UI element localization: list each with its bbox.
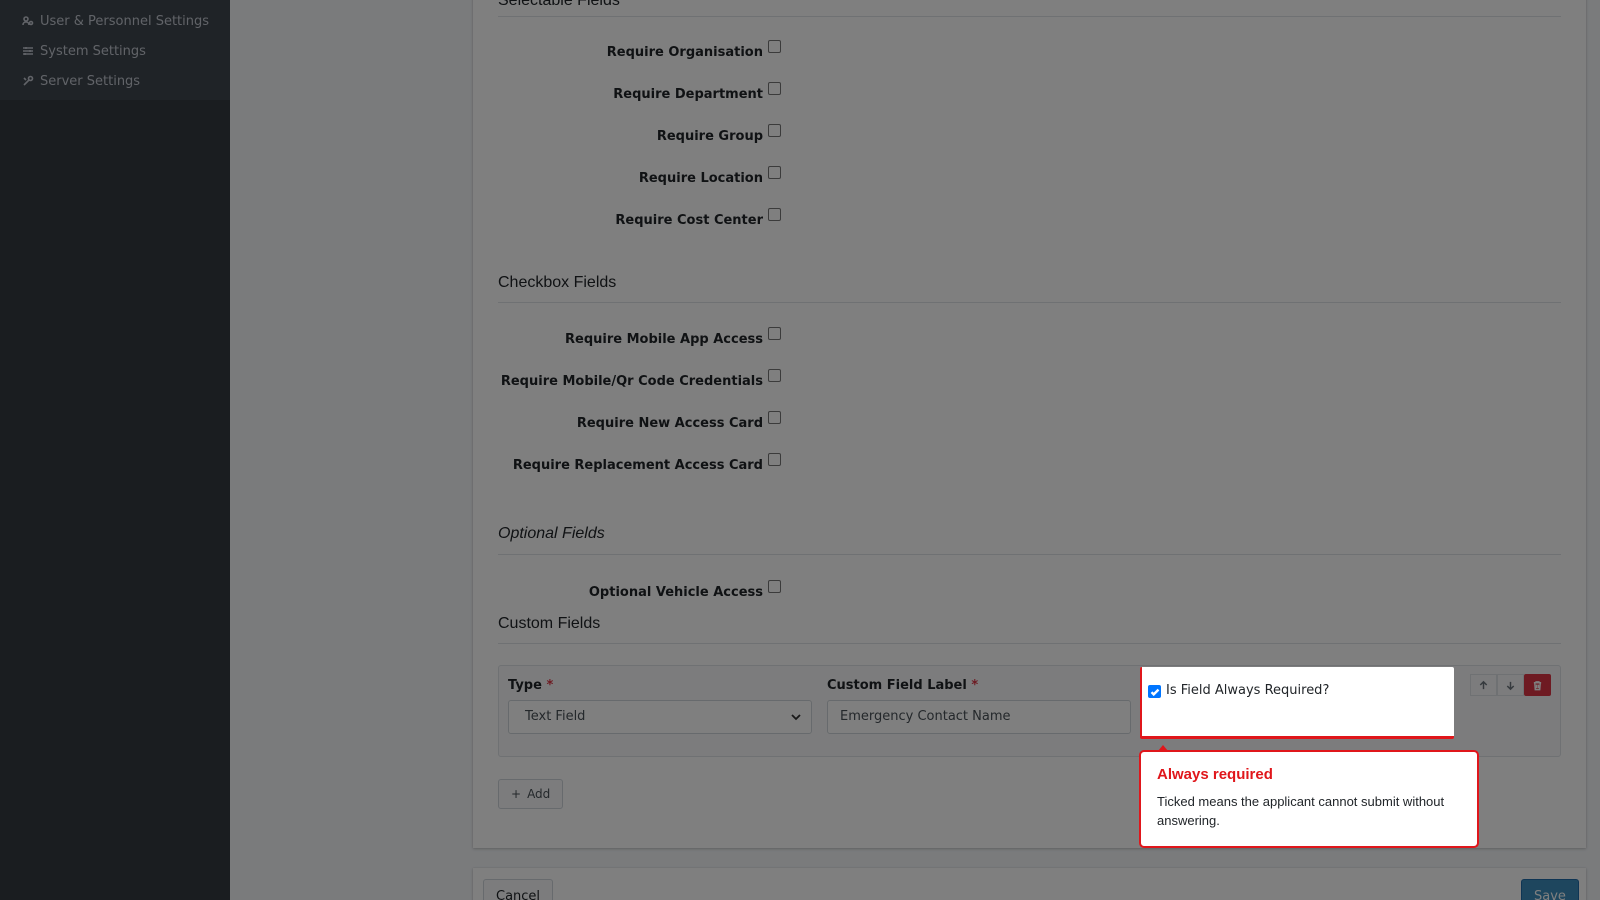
require-location-checkbox[interactable] (768, 166, 781, 179)
add-custom-field-button[interactable]: + Add (498, 779, 564, 809)
arrow-down-icon (1506, 681, 1515, 690)
section-title-custom: Custom Fields (498, 615, 601, 632)
guide-tooltip: Always required Ticked means the applica… (1139, 750, 1479, 848)
sidebar-item-label: User & Personnel Settings (40, 13, 210, 29)
check-icon (1150, 688, 1159, 696)
custom-field-label-input[interactable]: Emergency Contact Name (827, 700, 1131, 734)
sidebar: User & Personnel Settings System Setting… (0, 0, 230, 900)
field-label: Require Location (638, 171, 763, 186)
field-label: Optional Vehicle Access (588, 585, 763, 600)
sidebar-item-system-settings[interactable]: System Settings (0, 36, 230, 66)
require-replacement-access-card-checkbox[interactable] (768, 453, 781, 466)
require-new-access-card-checkbox[interactable] (768, 411, 781, 424)
type-select-value: Text Field (525, 709, 586, 724)
cancel-button[interactable]: Cancel (483, 879, 554, 900)
form-footer (473, 868, 1586, 900)
divider (498, 16, 1561, 17)
custom-field-label-label: Custom Field Label * (827, 678, 979, 693)
save-button[interactable]: Save (1521, 879, 1579, 900)
save-label: Save (1534, 888, 1566, 900)
section-title-selectable: Selectable Fields (498, 0, 620, 9)
field-label: Require Organisation (606, 45, 763, 60)
arrow-up-icon (1479, 680, 1488, 689)
field-label: Require New Access Card (576, 416, 763, 431)
field-label: Require Replacement Access Card (512, 458, 763, 473)
type-select[interactable]: Text Field (508, 700, 812, 734)
sliders-icon (22, 45, 34, 57)
section-title-optional: Optional Fields (498, 525, 605, 542)
chevron-down-icon (791, 714, 801, 721)
field-label: Require Group (656, 129, 763, 144)
sidebar-item-label: System Settings (40, 43, 146, 59)
cancel-label: Cancel (496, 888, 541, 900)
field-label: Require Mobile/Qr Code Credentials (500, 374, 763, 389)
sidebar-item-user-personnel-settings[interactable]: User & Personnel Settings (0, 6, 230, 36)
move-down-button[interactable] (1497, 674, 1524, 696)
sidebar-item-server-settings[interactable]: Server Settings (0, 66, 230, 96)
divider (498, 302, 1561, 303)
type-label: Type * (508, 678, 554, 693)
row-actions (1470, 674, 1551, 696)
field-label: Require Department (613, 87, 763, 102)
section-title-checkbox: Checkbox Fields (498, 274, 617, 291)
field-label: Require Cost Center (615, 213, 763, 228)
divider (498, 554, 1561, 555)
always-required-checkbox[interactable] (1148, 685, 1161, 698)
delete-field-button[interactable] (1524, 674, 1551, 696)
users-cog-icon (22, 15, 34, 27)
tooltip-body: Ticked means the applicant cannot submit… (1157, 794, 1445, 828)
trash-icon (1533, 680, 1542, 690)
settings-subnav: User & Personnel Settings System Setting… (0, 0, 230, 100)
move-up-button[interactable] (1470, 674, 1497, 696)
add-button-label: Add (527, 787, 551, 801)
require-group-checkbox[interactable] (768, 124, 781, 137)
always-required-spotlight: Is Field Always Required? (1140, 667, 1454, 739)
divider (498, 643, 1561, 644)
plus-icon: + (511, 787, 522, 801)
sidebar-item-label: Server Settings (40, 73, 141, 89)
custom-field-label-value: Emergency Contact Name (840, 709, 1011, 724)
require-mobile-qr-credentials-checkbox[interactable] (768, 369, 781, 382)
optional-vehicle-access-checkbox[interactable] (768, 580, 781, 593)
require-mobile-app-access-checkbox[interactable] (768, 327, 781, 340)
require-department-checkbox[interactable] (768, 82, 781, 95)
field-label: Require Mobile App Access (565, 332, 763, 347)
tooltip-title: Always required (1157, 766, 1273, 783)
tools-icon (22, 75, 34, 87)
require-cost-center-checkbox[interactable] (768, 208, 781, 221)
always-required-label: Is Field Always Required? (1166, 683, 1330, 698)
require-organisation-checkbox[interactable] (768, 40, 781, 53)
